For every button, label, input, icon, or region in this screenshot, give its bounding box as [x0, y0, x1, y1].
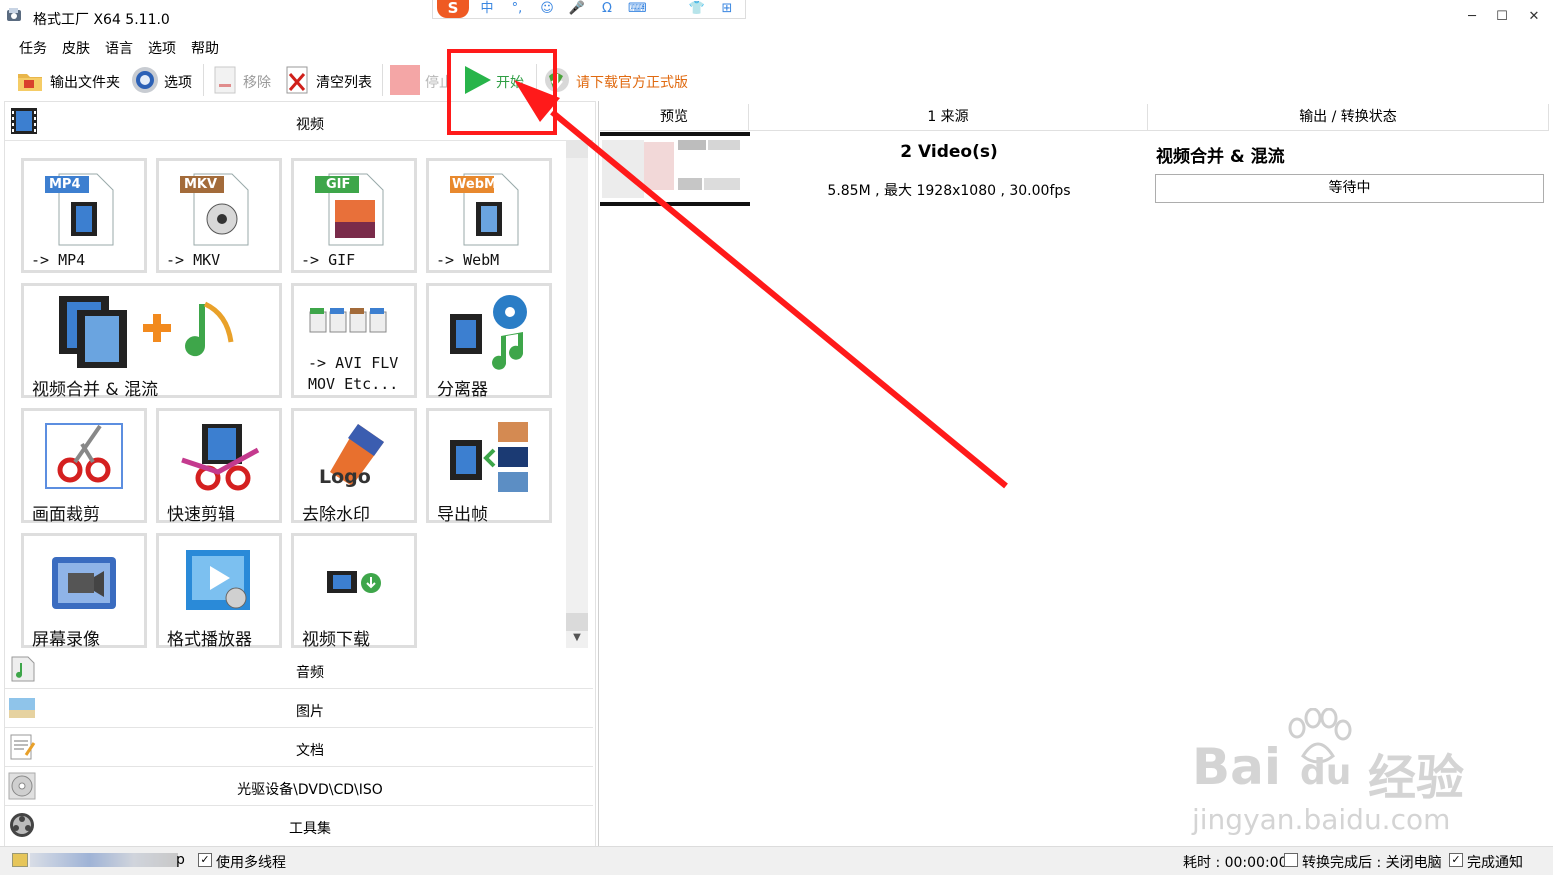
status-path-suffix: p — [176, 852, 185, 868]
shutdown-after-checkbox[interactable] — [1284, 853, 1298, 867]
elapsed-time: 耗时 : 00:00:00 — [1183, 855, 1288, 871]
annotation-arrow — [514, 80, 1008, 489]
multithread-checkbox[interactable]: ✓ — [198, 853, 212, 867]
notify-label: 完成通知 — [1467, 855, 1523, 871]
multithread-label: 使用多线程 — [216, 855, 286, 871]
after-convert-label: 转换完成后 : 关闭电脑 — [1302, 855, 1442, 871]
status-folder-icon[interactable] — [12, 853, 28, 867]
notify-checkbox[interactable]: ✓ — [1449, 853, 1463, 867]
status-path-blurred — [30, 853, 178, 867]
